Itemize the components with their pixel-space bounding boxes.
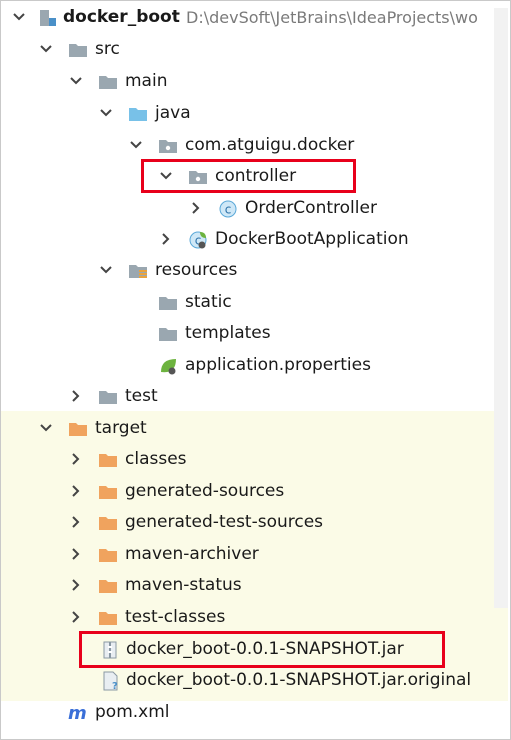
folder-icon [98,387,118,407]
chevron-right-icon[interactable] [69,381,85,412]
tree-label: docker_boot [63,7,180,27]
excluded-folder-icon [98,513,118,533]
excluded-folder-icon [98,576,118,596]
chevron-down-icon[interactable] [69,66,85,97]
excluded-folder-icon [98,482,118,502]
scrollbar[interactable] [492,0,510,738]
tree-label: generated-test-sources [125,512,324,532]
excluded-folder-icon [68,419,88,439]
module-icon [38,8,58,28]
scrollbar-thumb[interactable] [494,8,508,608]
tree-label: main [125,71,168,91]
svg-text:?: ? [112,681,118,691]
spring-properties-icon [158,356,178,376]
tree-label: pom.xml [95,702,170,722]
class-icon: c [218,199,238,219]
svg-text:m: m [68,703,87,723]
tree-label: target [95,418,147,438]
chevron-right-icon[interactable] [69,539,85,570]
tree-label: test [125,386,158,406]
chevron-down-icon[interactable] [39,413,55,444]
tree-label: maven-status [125,575,242,595]
tree-label: static [185,292,232,312]
chevron-down-icon[interactable] [129,130,145,161]
chevron-right-icon[interactable] [69,602,85,633]
project-path: D:\devSoft\JetBrains\IdeaProjects\wo [186,8,478,27]
unknown-file-icon: ? [100,671,120,692]
excluded-folder-icon [98,545,118,565]
excluded-folder-icon [98,608,118,628]
package-icon [158,136,178,156]
tree-label: com.atguigu.docker [185,135,355,155]
resources-folder-icon [128,261,148,281]
excluded-folder-icon [98,450,118,470]
tree-label: OrderController [245,198,377,218]
chevron-right-icon[interactable] [69,444,85,475]
chevron-right-icon[interactable] [69,476,85,507]
tree-label: test-classes [125,607,226,627]
maven-icon: m [68,703,88,724]
highlight-box-jar [79,631,445,668]
folder-icon [98,72,118,92]
tree-label: application.properties [185,355,371,375]
tree-label: generated-sources [125,481,285,501]
tree-label: java [155,103,191,123]
tree-label: src [95,39,120,59]
chevron-down-icon[interactable] [39,34,55,65]
folder-icon [68,40,88,60]
chevron-right-icon[interactable] [69,507,85,538]
highlight-box-controller [141,159,356,193]
chevron-right-icon[interactable] [159,224,175,255]
spring-boot-class-icon: c [188,230,208,250]
folder-icon [158,324,178,344]
svg-text:c: c [225,203,232,217]
tree-label: docker_boot-0.0.1-SNAPSHOT.jar.original [126,670,472,690]
folder-icon [158,293,178,313]
tree-label: classes [125,449,187,469]
tree-label: resources [155,260,238,280]
tree-label: templates [185,323,271,343]
chevron-down-icon[interactable] [12,2,28,33]
tree-label: DockerBootApplication [215,229,409,249]
chevron-down-icon[interactable] [99,255,115,286]
source-folder-icon [128,104,148,124]
tree-label: maven-archiver [125,544,259,564]
chevron-right-icon[interactable] [189,193,205,224]
chevron-right-icon[interactable] [69,570,85,601]
chevron-down-icon[interactable] [99,98,115,129]
